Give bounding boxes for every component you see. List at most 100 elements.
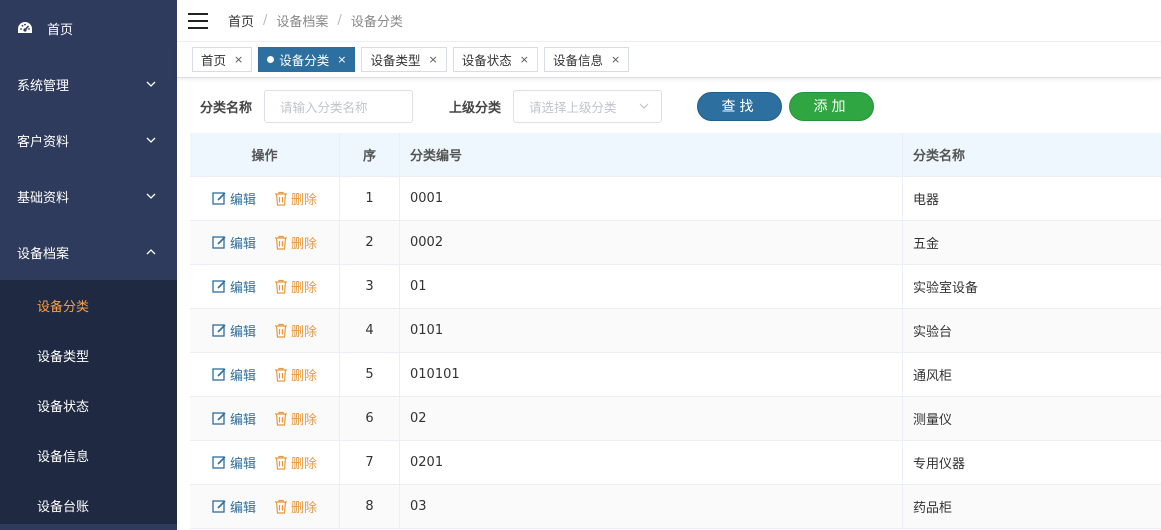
sidebar-item-ledger[interactable]: 设备台账 [0,480,177,530]
table-row: 编辑 删除 7 0201 专用仪器 [190,441,1161,485]
hamburger-icon[interactable] [188,12,208,29]
delete-button[interactable]: 删除 [274,497,317,516]
close-icon[interactable]: × [337,53,346,66]
row-code: 02 [400,397,903,440]
delete-button[interactable]: 删除 [274,321,317,340]
sidebar-group-equipment[interactable]: 设备档案 [0,224,177,280]
delete-button[interactable]: 删除 [274,277,317,296]
chevron-down-icon [146,81,156,87]
edit-label: 编辑 [229,237,256,252]
edit-button[interactable]: 编辑 [212,497,256,516]
delete-button[interactable]: 删除 [274,365,317,384]
sidebar-group-basic[interactable]: 基础资料 [0,168,177,224]
row-actions: 编辑 删除 [190,265,340,308]
sidebar-group-system[interactable]: 系统管理 [0,56,177,112]
breadcrumb-home[interactable]: 首页 [228,11,254,30]
breadcrumb-level1: 设备档案 [276,15,329,30]
chevron-up-icon [146,249,156,255]
trash-icon [275,323,287,338]
row-number: 5 [340,353,400,396]
header-code: 分类编号 [400,133,903,176]
sidebar-group-customer[interactable]: 客户资料 [0,112,177,168]
select-placeholder: 请选择上级分类 [529,99,617,115]
row-code: 01 [400,265,903,308]
sidebar-group-label: 系统管理 [17,78,70,94]
category-name-label: 分类名称 [200,100,253,116]
row-actions: 编辑 删除 [190,441,340,484]
breadcrumb-separator: / [263,13,268,28]
tab-home[interactable]: 首页 × [192,47,253,72]
edit-label: 编辑 [229,413,256,428]
table-header-row: 操作 序 分类编号 分类名称 [190,133,1161,177]
edit-button[interactable]: 编辑 [212,453,256,472]
row-name: 实验室设备 [913,281,979,296]
parent-category-select[interactable]: 请选择上级分类 [513,89,663,123]
trash-icon [275,367,287,382]
delete-button[interactable]: 删除 [274,409,317,428]
row-actions: 编辑 删除 [190,397,340,440]
edit-button[interactable]: 编辑 [212,365,256,384]
sidebar: 首页 系统管理 客户资料 基础资料 设备档案 设备分类 设备类型 设备状态 设备… [0,0,177,530]
edit-button[interactable]: 编辑 [212,409,256,428]
row-name: 药品柜 [913,501,953,516]
category-name-input[interactable]: 请输入分类名称 [264,89,414,123]
close-icon[interactable]: × [234,53,243,66]
trash-icon [275,411,287,426]
edit-icon [212,412,226,425]
close-icon[interactable]: × [520,53,529,66]
edit-icon [212,192,226,205]
sidebar-group-label: 客户资料 [17,134,70,150]
tab-category[interactable]: 设备分类 × [258,47,356,72]
edit-label: 编辑 [229,281,256,296]
row-number: 8 [340,485,400,528]
row-number: 4 [340,309,400,352]
edit-button[interactable]: 编辑 [212,189,256,208]
trash-icon [275,279,287,294]
close-icon[interactable]: × [611,53,620,66]
edit-button[interactable]: 编辑 [212,233,256,252]
sidebar-item-home[interactable]: 首页 [0,0,177,56]
tab-bar: 首页 × 设备分类 × 设备类型 × 设备状态 × 设备信息 × [177,42,1161,78]
edit-icon [212,456,226,469]
edit-button[interactable]: 编辑 [212,321,256,340]
edit-label: 编辑 [229,369,256,384]
tab-label: 首页 [201,53,227,68]
tab-label: 设备类型 [370,53,421,68]
close-icon[interactable]: × [428,53,437,66]
add-button[interactable]: 添加 [789,91,875,121]
edit-button[interactable]: 编辑 [212,277,256,296]
trash-icon [275,499,287,514]
top-header: 首页 / 设备档案 / 设备分类 [177,0,1161,42]
header-name: 分类名称 [913,149,966,164]
tab-status[interactable]: 设备状态 × [452,47,538,72]
sidebar-item-type[interactable]: 设备类型 [0,330,177,380]
row-number: 6 [340,397,400,440]
edit-label: 编辑 [229,325,256,340]
row-actions: 编辑 删除 [190,221,340,264]
delete-button[interactable]: 删除 [274,189,317,208]
chevron-down-icon [146,193,156,199]
sidebar-item-status[interactable]: 设备状态 [0,380,177,430]
delete-button[interactable]: 删除 [274,453,317,472]
delete-button[interactable]: 删除 [274,233,317,252]
table-row: 编辑 删除 3 01 实验室设备 [190,265,1161,309]
tab-type[interactable]: 设备类型 × [361,47,447,72]
delete-label: 删除 [291,369,318,384]
sidebar-item-label: 首页 [47,22,74,38]
row-code: 0001 [400,177,903,220]
row-name: 测量仪 [913,413,953,428]
row-name: 五金 [913,237,940,252]
search-button[interactable]: 查找 [697,91,783,121]
row-name: 专用仪器 [913,457,966,472]
edit-icon [212,280,226,293]
edit-label: 编辑 [229,457,256,472]
tab-info[interactable]: 设备信息 × [543,47,630,72]
table-row: 编辑 删除 2 0002 五金 [190,221,1161,265]
row-code: 03 [400,485,903,528]
row-name: 实验台 [913,325,953,340]
table-row: 编辑 删除 6 02 测量仪 [190,397,1161,441]
sidebar-item-category[interactable]: 设备分类 [0,280,177,330]
sidebar-item-info[interactable]: 设备信息 [0,430,177,480]
tab-label: 设备信息 [552,53,603,68]
header-no: 序 [340,133,400,176]
